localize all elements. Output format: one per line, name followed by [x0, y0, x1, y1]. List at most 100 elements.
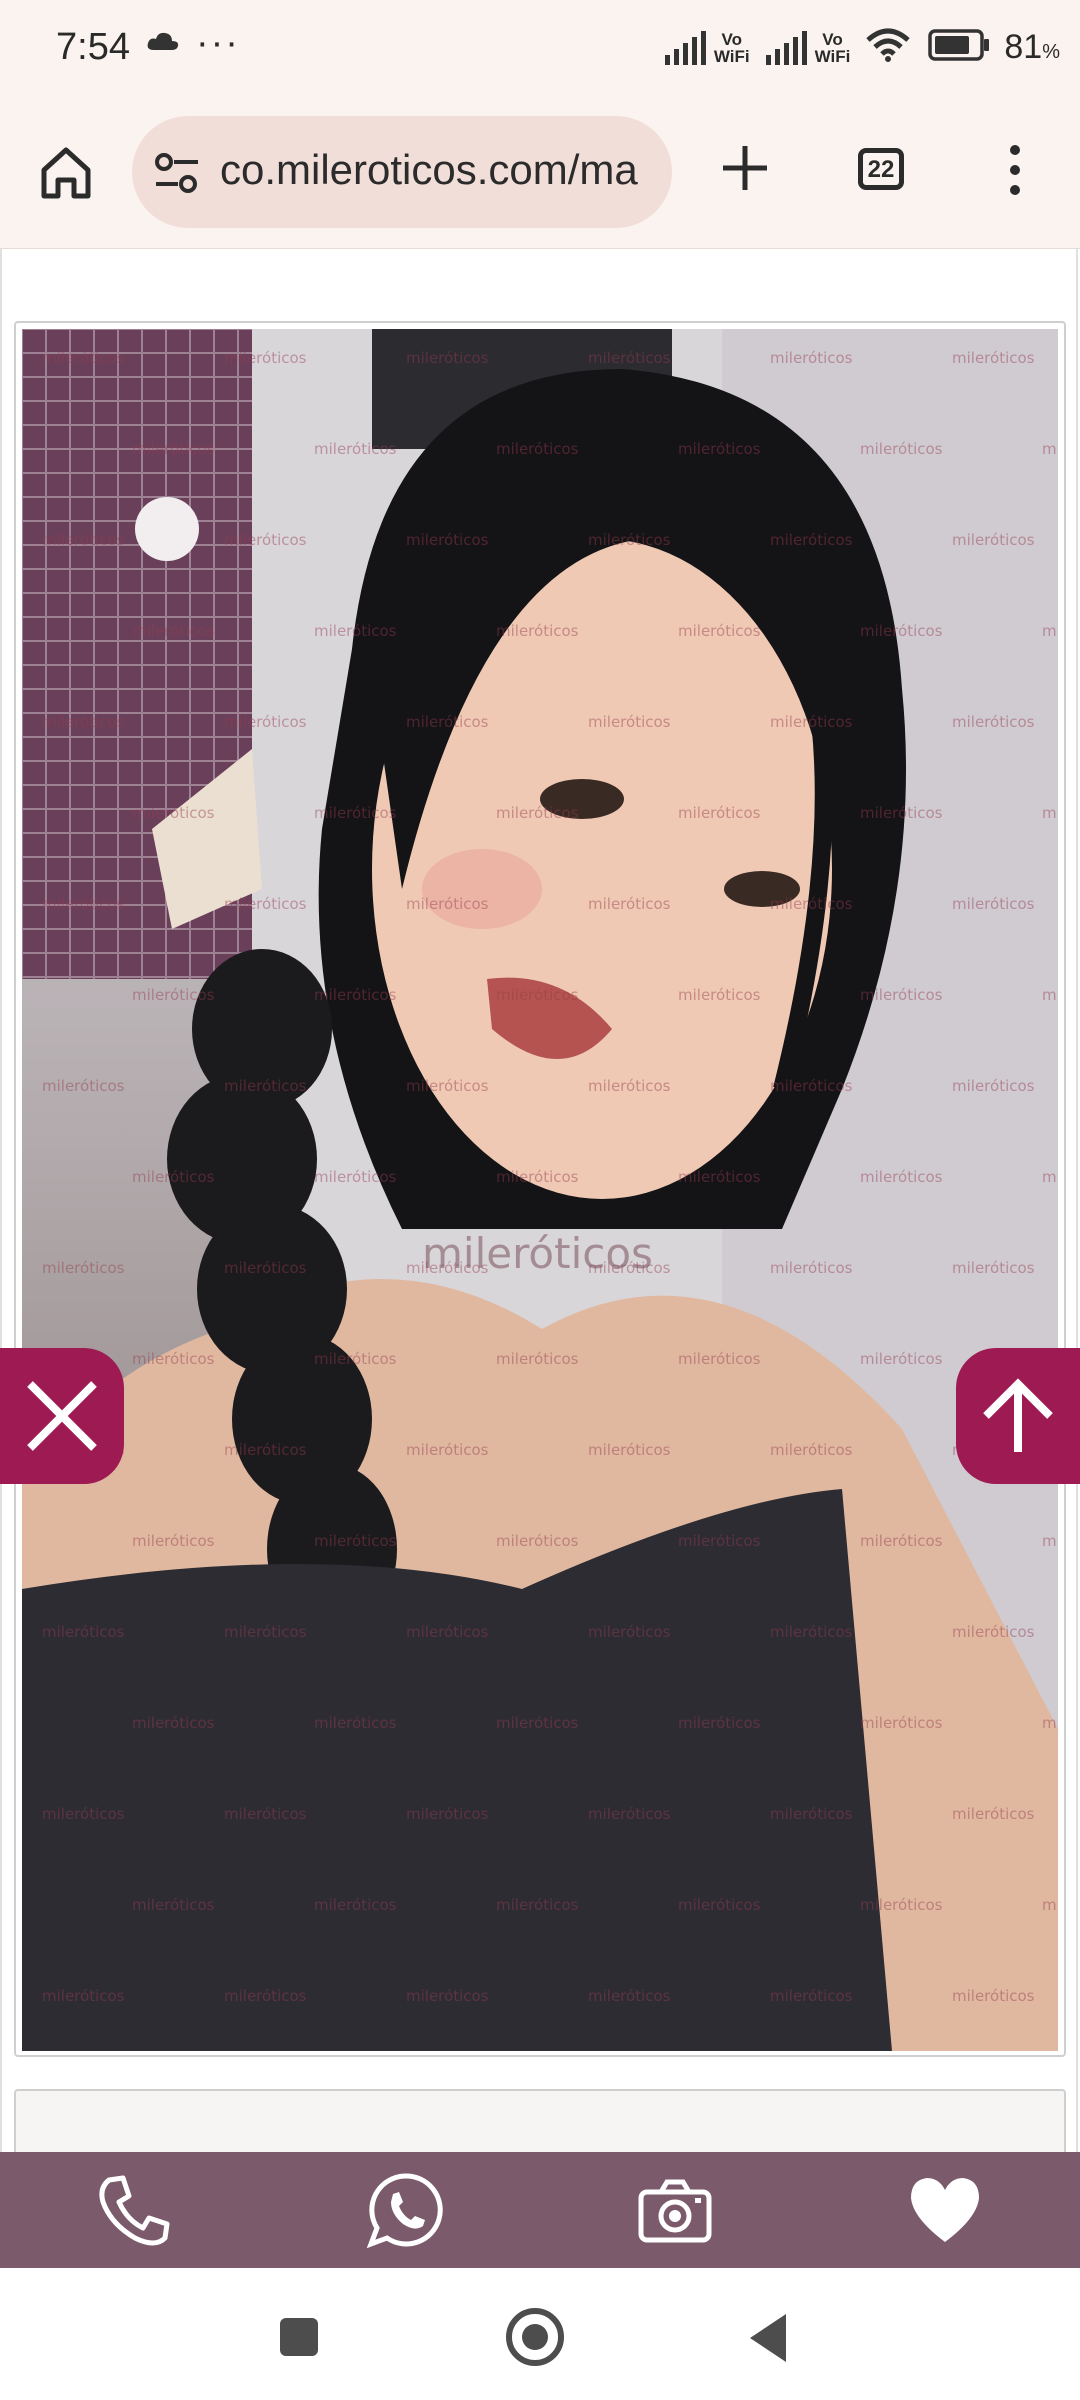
watermark-text: mileróticos — [952, 713, 1035, 731]
watermark-text: mileróticos — [406, 1077, 489, 1095]
back-icon[interactable] — [750, 2314, 786, 2362]
watermark-text: mileróticos — [588, 349, 671, 367]
watermark-text: mileróticos — [952, 1805, 1035, 1823]
watermark-text: mileróticos — [860, 1532, 943, 1550]
watermark-text: mileróticos — [314, 440, 397, 458]
watermark-text: mileróticos — [678, 622, 761, 640]
watermark-text: mileróticos — [42, 531, 125, 549]
watermark-text: mileróticos — [42, 1259, 125, 1277]
watermark-text: mileróticos — [42, 895, 125, 913]
watermark-text: mileróticos — [132, 1532, 215, 1550]
watermark-text: mileróticos — [678, 1168, 761, 1186]
status-bar: 7:54 ··· Vo WiFi Vo WiFi 81% — [0, 0, 1080, 100]
watermark-text: mileróticos — [132, 1896, 215, 1914]
watermark-text: mileróticos — [588, 1987, 671, 2005]
watermark-text: mileróticos — [42, 1805, 125, 1823]
watermark-text: mileróticos — [496, 1168, 579, 1186]
watermark-text: mileróticos — [42, 1987, 125, 2005]
watermark-text: mileróticos — [860, 1350, 943, 1368]
watermark-text: mileróticos — [132, 622, 215, 640]
watermark-text: mileróticos — [224, 1077, 307, 1095]
watermark-text: mileróticos — [952, 1259, 1035, 1277]
watermark-text: mileróticos — [952, 1623, 1035, 1641]
photos-button[interactable] — [540, 2152, 810, 2268]
watermark-text: mileróticos — [1042, 1896, 1058, 1914]
recents-icon[interactable] — [280, 2318, 318, 2356]
watermark-text: mileróticos — [1042, 440, 1058, 458]
watermark-text: mileróticos — [42, 349, 125, 367]
wifi-icon — [866, 28, 911, 67]
new-tab-icon[interactable] — [715, 138, 775, 198]
watermark-text: mileróticos — [406, 1805, 489, 1823]
profile-photo[interactable]: mileróticos mileróticos mileróticos milerót… — [22, 329, 1058, 2051]
watermark-text: mileróticos — [132, 986, 215, 1004]
watermark-text: mileróticos — [770, 1805, 853, 1823]
watermark-text: mileróticos — [952, 895, 1035, 913]
watermark-text: mileróticos — [588, 1623, 671, 1641]
watermark-text: mileróticos — [952, 1077, 1035, 1095]
watermark-text: mileróticos — [952, 531, 1035, 549]
watermark-text: mileróticos — [678, 440, 761, 458]
site-settings-icon[interactable] — [154, 152, 200, 199]
watermark-text: mileróticos — [860, 804, 943, 822]
close-button[interactable] — [0, 1348, 124, 1484]
call-button[interactable] — [0, 2152, 270, 2268]
arrow-up-icon — [983, 1378, 1053, 1452]
watermark-text: mileróticos — [496, 1714, 579, 1732]
watermark-text: mileróticos — [770, 1441, 853, 1459]
menu-icon[interactable] — [1000, 140, 1030, 200]
watermark-text: mileróticos — [496, 440, 579, 458]
status-overflow: ··· — [196, 22, 240, 64]
watermark-text: mileróticos — [224, 531, 307, 549]
watermark-text: mileróticos — [224, 1805, 307, 1823]
watermark-text: mileróticos — [406, 1987, 489, 2005]
url-text[interactable]: co.mileroticos.com/ma — [220, 146, 638, 194]
watermark-text: mileróticos — [588, 895, 671, 913]
watermark-text: mileróticos — [678, 1350, 761, 1368]
watermark-text: mileróticos — [406, 1623, 489, 1641]
tabs-icon[interactable]: 22 — [858, 148, 904, 190]
watermark-text: mileróticos — [860, 1714, 943, 1732]
favorite-button[interactable] — [810, 2152, 1080, 2268]
camera-icon — [638, 2179, 712, 2243]
contact-action-bar — [0, 2152, 1080, 2268]
home-icon[interactable] — [36, 142, 96, 202]
status-time: 7:54 — [56, 26, 130, 68]
watermark-text: mileróticos — [314, 804, 397, 822]
watermark-text: mileróticos — [132, 440, 215, 458]
watermark-text: mileróticos — [132, 1168, 215, 1186]
watermark-text: mileróticos — [588, 1441, 671, 1459]
watermark-text: mileróticos — [952, 349, 1035, 367]
watermark-text: mileróticos — [770, 1077, 853, 1095]
watermark-text: mileróticos — [314, 622, 397, 640]
photo-illustration — [22, 329, 1058, 2051]
watermark-text: mileróticos — [406, 349, 489, 367]
watermark-text: mileróticos — [406, 895, 489, 913]
watermark-text: mileróticos — [678, 1532, 761, 1550]
watermark-text: mileróticos — [770, 349, 853, 367]
watermark-text: mileróticos — [224, 1623, 307, 1641]
watermark-text: mileróticos — [1042, 986, 1058, 1004]
watermark-text: mileróticos — [588, 713, 671, 731]
url-bar[interactable]: co.mileroticos.com/ma — [132, 116, 672, 228]
photo-card[interactable]: mileróticos mileróticos mileróticos milerót… — [14, 321, 1066, 2057]
watermark-text: mileróticos — [1042, 622, 1058, 640]
watermark-text: mileróticos — [770, 895, 853, 913]
watermark-text: mileróticos — [770, 531, 853, 549]
whatsapp-button[interactable] — [270, 2152, 540, 2268]
watermark-text: mileróticos — [224, 895, 307, 913]
watermark-text: mileróticos — [224, 713, 307, 731]
watermark-text: mileróticos — [588, 1805, 671, 1823]
scroll-top-button[interactable] — [956, 1348, 1080, 1484]
watermark-large: mileróticos — [422, 1229, 653, 1278]
watermark-text: mileróticos — [678, 804, 761, 822]
web-page: mileróticos mileróticos mileróticos milerót… — [0, 249, 1080, 2209]
watermark-text: mileróticos — [314, 1168, 397, 1186]
cloud-icon — [146, 30, 180, 57]
browser-toolbar: co.mileroticos.com/ma 22 — [0, 100, 1080, 249]
watermark-text: mileróticos — [1042, 1532, 1058, 1550]
watermark-text: mileróticos — [1042, 804, 1058, 822]
watermark-text: mileróticos — [42, 1623, 125, 1641]
home-icon[interactable] — [506, 2308, 564, 2366]
watermark-text: mileróticos — [42, 713, 125, 731]
